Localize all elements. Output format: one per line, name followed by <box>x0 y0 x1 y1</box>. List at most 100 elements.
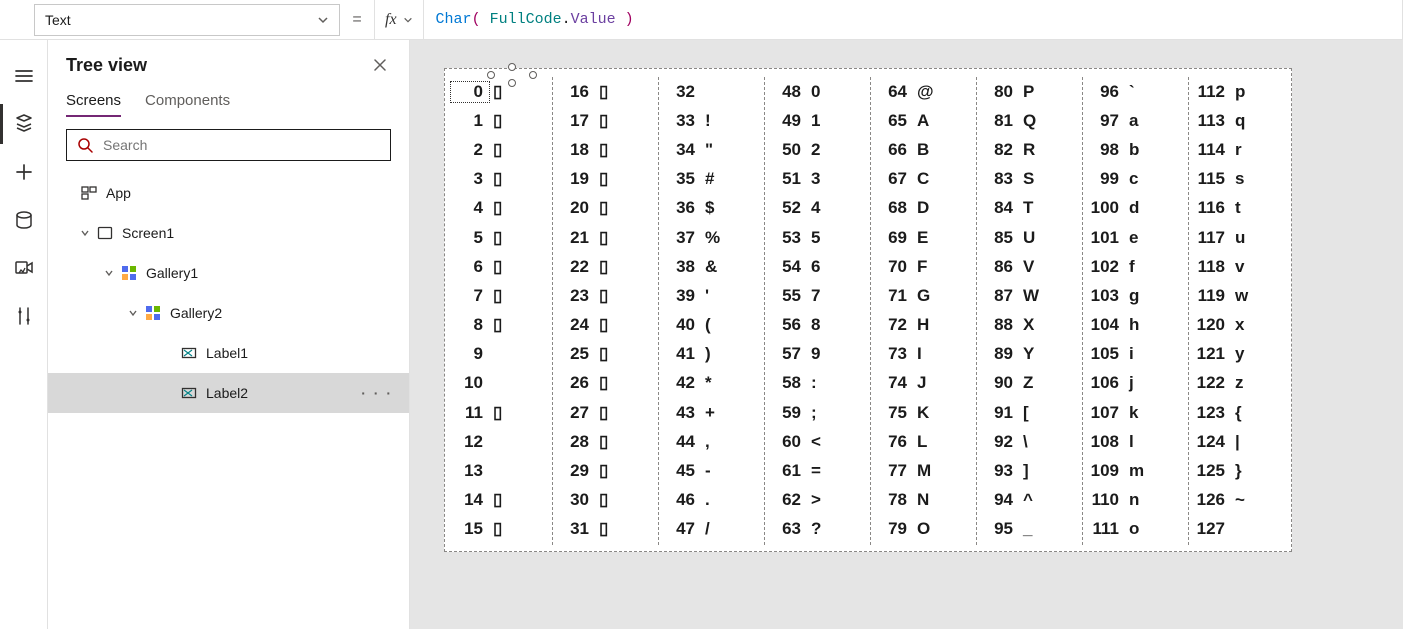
tree-item-label2[interactable]: Label2· · · <box>48 373 409 413</box>
gallery-cell[interactable]: 37% <box>663 223 764 252</box>
gallery-cell[interactable]: 29▯ <box>557 456 658 485</box>
gallery-cell[interactable]: 81Q <box>981 106 1082 135</box>
tree-item-gallery1[interactable]: Gallery1 <box>48 253 409 293</box>
gallery-cell[interactable]: 19▯ <box>557 165 658 194</box>
gallery-cell[interactable]: 101e <box>1087 223 1188 252</box>
gallery-cell[interactable]: 524 <box>769 194 870 223</box>
gallery-cell[interactable]: 84T <box>981 194 1082 223</box>
tree-item-label1[interactable]: Label1 <box>48 333 409 373</box>
gallery-cell[interactable]: 557 <box>769 281 870 310</box>
gallery-cell[interactable]: 4▯ <box>451 194 552 223</box>
gallery-cell[interactable]: 90Z <box>981 369 1082 398</box>
gallery-cell[interactable]: 43+ <box>663 398 764 427</box>
chevron-icon[interactable] <box>80 228 96 238</box>
tab-components[interactable]: Components <box>145 86 230 117</box>
gallery-cell[interactable]: 24▯ <box>557 311 658 340</box>
gallery-cell[interactable]: 91[ <box>981 398 1082 427</box>
gallery-cell[interactable]: 80P <box>981 77 1082 106</box>
gallery-cell[interactable]: 103g <box>1087 281 1188 310</box>
media-button[interactable] <box>0 244 48 292</box>
gallery-cell[interactable]: 94^ <box>981 486 1082 515</box>
gallery-cell[interactable]: 0▯ <box>451 77 552 106</box>
gallery-cell[interactable]: 115s <box>1193 165 1295 194</box>
gallery-cell[interactable]: 535 <box>769 223 870 252</box>
tree-item-gallery2[interactable]: Gallery2 <box>48 293 409 333</box>
gallery-cell[interactable]: 116t <box>1193 194 1295 223</box>
gallery-cell[interactable]: 102f <box>1087 252 1188 281</box>
gallery-cell[interactable]: 59; <box>769 398 870 427</box>
gallery-cell[interactable]: 93] <box>981 456 1082 485</box>
gallery-cell[interactable]: 20▯ <box>557 194 658 223</box>
gallery-cell[interactable]: 110n <box>1087 486 1188 515</box>
gallery-cell[interactable]: 46. <box>663 486 764 515</box>
gallery-cell[interactable]: 33! <box>663 106 764 135</box>
gallery-cell[interactable]: 106j <box>1087 369 1188 398</box>
gallery-cell[interactable]: 100d <box>1087 194 1188 223</box>
gallery-cell[interactable]: 35# <box>663 165 764 194</box>
gallery-cell[interactable]: 21▯ <box>557 223 658 252</box>
gallery-cell[interactable]: 480 <box>769 77 870 106</box>
gallery-cell[interactable]: 112p <box>1193 77 1295 106</box>
gallery-cell[interactable]: 89Y <box>981 340 1082 369</box>
gallery-cell[interactable]: 26▯ <box>557 369 658 398</box>
gallery-cell[interactable]: 68D <box>875 194 976 223</box>
gallery-cell[interactable]: 3▯ <box>451 165 552 194</box>
gallery-cell[interactable]: 546 <box>769 252 870 281</box>
gallery-cell[interactable]: 122z <box>1193 369 1295 398</box>
gallery-cell[interactable]: 107k <box>1087 398 1188 427</box>
gallery-cell[interactable]: 22▯ <box>557 252 658 281</box>
gallery-cell[interactable]: 95_ <box>981 515 1082 544</box>
gallery-cell[interactable]: 491 <box>769 106 870 135</box>
gallery-cell[interactable]: 64@ <box>875 77 976 106</box>
gallery-cell[interactable]: 98b <box>1087 135 1188 164</box>
gallery-cell[interactable]: 18▯ <box>557 135 658 164</box>
gallery-cell[interactable]: 88X <box>981 311 1082 340</box>
gallery-cell[interactable]: 70F <box>875 252 976 281</box>
gallery-cell[interactable]: 82R <box>981 135 1082 164</box>
advanced-tools-button[interactable] <box>0 292 48 340</box>
gallery-cell[interactable]: 568 <box>769 311 870 340</box>
gallery-cell[interactable]: 11▯ <box>451 398 552 427</box>
gallery-cell[interactable]: 63? <box>769 515 870 544</box>
gallery-cell[interactable]: 72H <box>875 311 976 340</box>
gallery-cell[interactable]: 25▯ <box>557 340 658 369</box>
gallery-cell[interactable]: 127 <box>1193 515 1295 544</box>
gallery-cell[interactable]: 120x <box>1193 311 1295 340</box>
gallery-cell[interactable]: 124| <box>1193 427 1295 456</box>
gallery-cell[interactable]: 34" <box>663 135 764 164</box>
gallery-cell[interactable]: 15▯ <box>451 515 552 544</box>
gallery-cell[interactable]: 8▯ <box>451 311 552 340</box>
tree-item-app[interactable]: App <box>48 173 409 213</box>
gallery-cell[interactable]: 76L <box>875 427 976 456</box>
gallery-cell[interactable]: 87W <box>981 281 1082 310</box>
gallery-cell[interactable]: 17▯ <box>557 106 658 135</box>
gallery-cell[interactable]: 109m <box>1087 456 1188 485</box>
gallery-cell[interactable]: 38& <box>663 252 764 281</box>
gallery-cell[interactable]: 97a <box>1087 106 1188 135</box>
gallery-cell[interactable]: 121y <box>1193 340 1295 369</box>
tab-screens[interactable]: Screens <box>66 86 121 117</box>
gallery-cell[interactable]: 83S <box>981 165 1082 194</box>
design-canvas[interactable]: 0▯1▯2▯3▯4▯5▯6▯7▯8▯91011▯121314▯15▯16▯17▯… <box>410 40 1403 629</box>
gallery-cell[interactable]: 75K <box>875 398 976 427</box>
hamburger-button[interactable] <box>0 52 48 100</box>
gallery-cell[interactable]: 39' <box>663 281 764 310</box>
gallery-cell[interactable]: 67C <box>875 165 976 194</box>
gallery-cell[interactable]: 71G <box>875 281 976 310</box>
gallery-cell[interactable]: 66B <box>875 135 976 164</box>
gallery-cell[interactable]: 118v <box>1193 252 1295 281</box>
gallery-cell[interactable]: 85U <box>981 223 1082 252</box>
gallery-cell[interactable]: 104h <box>1087 311 1188 340</box>
gallery-cell[interactable]: 114r <box>1193 135 1295 164</box>
more-options-icon[interactable]: · · · <box>357 385 397 401</box>
gallery-cell[interactable]: 5▯ <box>451 223 552 252</box>
tree-view-button[interactable] <box>0 100 48 148</box>
gallery-cell[interactable]: 92\ <box>981 427 1082 456</box>
gallery-cell[interactable]: 36$ <box>663 194 764 223</box>
gallery-cell[interactable]: 502 <box>769 135 870 164</box>
gallery-cell[interactable]: 40( <box>663 311 764 340</box>
gallery-cell[interactable]: 14▯ <box>451 486 552 515</box>
formula-bar[interactable]: Char( FullCode.Value ) <box>424 0 1403 40</box>
gallery-cell[interactable]: 13 <box>451 456 552 485</box>
search-input[interactable] <box>101 136 380 154</box>
